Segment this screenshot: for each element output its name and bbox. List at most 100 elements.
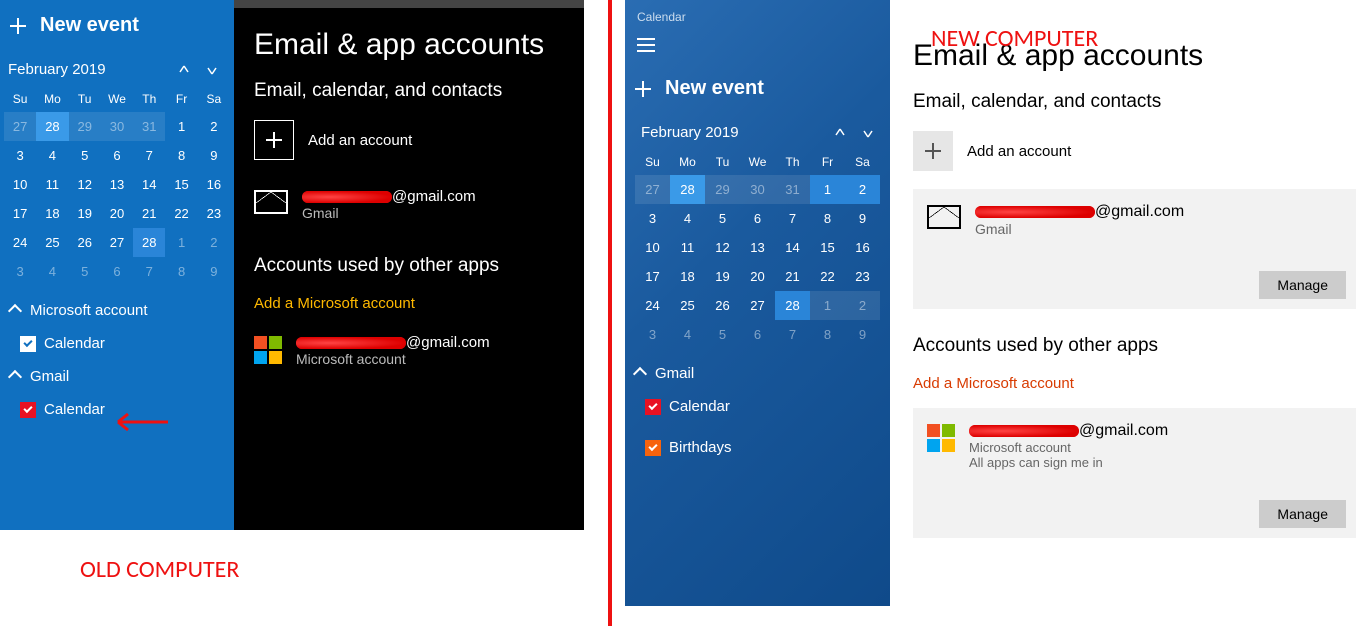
- calendar-day[interactable]: 27: [101, 228, 133, 257]
- calendar-grid[interactable]: SuMoTuWeThFrSa27282930311234567891011121…: [625, 147, 890, 355]
- calendar-day[interactable]: 4: [36, 141, 68, 170]
- calendar-day[interactable]: 1: [810, 291, 845, 320]
- calendar-day[interactable]: 9: [845, 320, 880, 349]
- account-section-gmail[interactable]: Gmail: [625, 355, 890, 392]
- calendar-day[interactable]: 10: [635, 233, 670, 262]
- calendar-day[interactable]: 25: [670, 291, 705, 320]
- calendar-day[interactable]: 28: [670, 175, 705, 204]
- calendar-day[interactable]: 22: [165, 199, 197, 228]
- checkbox-icon[interactable]: [20, 336, 36, 352]
- calendar-day[interactable]: 1: [165, 228, 197, 257]
- prev-month-icon[interactable]: [178, 64, 190, 76]
- calendar-day[interactable]: 27: [635, 175, 670, 204]
- calendar-checkbox-item[interactable]: Calendar: [625, 392, 890, 421]
- calendar-day[interactable]: 7: [133, 141, 165, 170]
- checkbox-icon[interactable]: [645, 440, 661, 456]
- calendar-day[interactable]: 26: [69, 228, 101, 257]
- calendar-day[interactable]: 5: [705, 320, 740, 349]
- calendar-day[interactable]: 13: [740, 233, 775, 262]
- calendar-day[interactable]: 21: [775, 262, 810, 291]
- calendar-day[interactable]: 3: [4, 257, 36, 286]
- calendar-day[interactable]: 2: [845, 291, 880, 320]
- calendar-day[interactable]: 3: [4, 141, 36, 170]
- calendar-day[interactable]: 8: [165, 257, 197, 286]
- calendar-day[interactable]: 6: [101, 257, 133, 286]
- calendar-day[interactable]: 2: [845, 175, 880, 204]
- account-section-ms[interactable]: Microsoft account: [0, 292, 234, 329]
- calendar-day[interactable]: 20: [101, 199, 133, 228]
- next-month-icon[interactable]: [862, 127, 874, 139]
- calendar-day[interactable]: 19: [705, 262, 740, 291]
- calendar-day[interactable]: 9: [845, 204, 880, 233]
- calendar-day[interactable]: 8: [165, 141, 197, 170]
- calendar-day[interactable]: 15: [810, 233, 845, 262]
- calendar-day[interactable]: 4: [670, 204, 705, 233]
- calendar-day[interactable]: 6: [740, 320, 775, 349]
- new-event-button[interactable]: New event: [625, 69, 890, 118]
- calendar-day[interactable]: 3: [635, 320, 670, 349]
- calendar-day[interactable]: 29: [69, 112, 101, 141]
- calendar-day[interactable]: 19: [69, 199, 101, 228]
- account-card-gmail[interactable]: @gmail.com Gmail Manage: [913, 189, 1356, 309]
- calendar-day[interactable]: 10: [4, 170, 36, 199]
- calendar-day[interactable]: 4: [36, 257, 68, 286]
- calendar-day[interactable]: 15: [165, 170, 197, 199]
- prev-month-icon[interactable]: [834, 127, 846, 139]
- add-account-button[interactable]: Add an account: [913, 131, 1356, 189]
- calendar-day[interactable]: 26: [705, 291, 740, 320]
- calendar-day[interactable]: 30: [101, 112, 133, 141]
- add-ms-account-link[interactable]: Add a Microsoft account: [913, 375, 1356, 408]
- calendar-day[interactable]: 28: [133, 228, 165, 257]
- calendar-day[interactable]: 20: [740, 262, 775, 291]
- calendar-day[interactable]: 17: [4, 199, 36, 228]
- account-section-gmail[interactable]: Gmail: [0, 358, 234, 395]
- calendar-day[interactable]: 9: [198, 141, 230, 170]
- manage-button[interactable]: Manage: [1259, 500, 1346, 528]
- calendar-day[interactable]: 8: [810, 320, 845, 349]
- calendar-day[interactable]: 8: [810, 204, 845, 233]
- calendar-day[interactable]: 31: [133, 112, 165, 141]
- add-ms-account-link[interactable]: Add a Microsoft account: [254, 295, 564, 334]
- calendar-day[interactable]: 22: [810, 262, 845, 291]
- calendar-day[interactable]: 28: [36, 112, 68, 141]
- calendar-day[interactable]: 6: [740, 204, 775, 233]
- birthdays-checkbox-item[interactable]: Birthdays: [625, 433, 890, 462]
- calendar-day[interactable]: 11: [36, 170, 68, 199]
- account-card-ms[interactable]: @gmail.com Microsoft account All apps ca…: [913, 408, 1356, 538]
- calendar-day[interactable]: 3: [635, 204, 670, 233]
- calendar-day[interactable]: 21: [133, 199, 165, 228]
- calendar-day[interactable]: 9: [198, 257, 230, 286]
- calendar-grid[interactable]: SuMoTuWeThFrSa27282930311234567891011121…: [0, 84, 234, 292]
- calendar-day[interactable]: 4: [670, 320, 705, 349]
- calendar-day[interactable]: 23: [845, 262, 880, 291]
- new-event-button[interactable]: New event: [0, 0, 234, 55]
- calendar-day[interactable]: 12: [69, 170, 101, 199]
- calendar-day[interactable]: 25: [36, 228, 68, 257]
- account-row-gmail[interactable]: @gmail.com Gmail: [254, 188, 564, 255]
- calendar-day[interactable]: 27: [740, 291, 775, 320]
- calendar-day[interactable]: 7: [775, 204, 810, 233]
- calendar-day[interactable]: 7: [775, 320, 810, 349]
- calendar-day[interactable]: 29: [705, 175, 740, 204]
- calendar-day[interactable]: 11: [670, 233, 705, 262]
- calendar-day[interactable]: 2: [198, 228, 230, 257]
- add-account-button[interactable]: Add an account: [254, 120, 564, 188]
- calendar-day[interactable]: 13: [101, 170, 133, 199]
- calendar-day[interactable]: 5: [69, 141, 101, 170]
- calendar-day[interactable]: 16: [845, 233, 880, 262]
- calendar-day[interactable]: 31: [775, 175, 810, 204]
- calendar-day[interactable]: 14: [775, 233, 810, 262]
- calendar-day[interactable]: 18: [670, 262, 705, 291]
- calendar-day[interactable]: 24: [635, 291, 670, 320]
- calendar-day[interactable]: 23: [198, 199, 230, 228]
- calendar-day[interactable]: 1: [165, 112, 197, 141]
- calendar-day[interactable]: 14: [133, 170, 165, 199]
- calendar-day[interactable]: 12: [705, 233, 740, 262]
- calendar-day[interactable]: 28: [775, 291, 810, 320]
- calendar-checkbox-item[interactable]: Calendar: [0, 329, 234, 358]
- calendar-day[interactable]: 27: [4, 112, 36, 141]
- calendar-day[interactable]: 18: [36, 199, 68, 228]
- account-row-ms[interactable]: @gmail.com Microsoft account: [254, 334, 564, 401]
- hamburger-icon[interactable]: [637, 38, 655, 52]
- calendar-day[interactable]: 24: [4, 228, 36, 257]
